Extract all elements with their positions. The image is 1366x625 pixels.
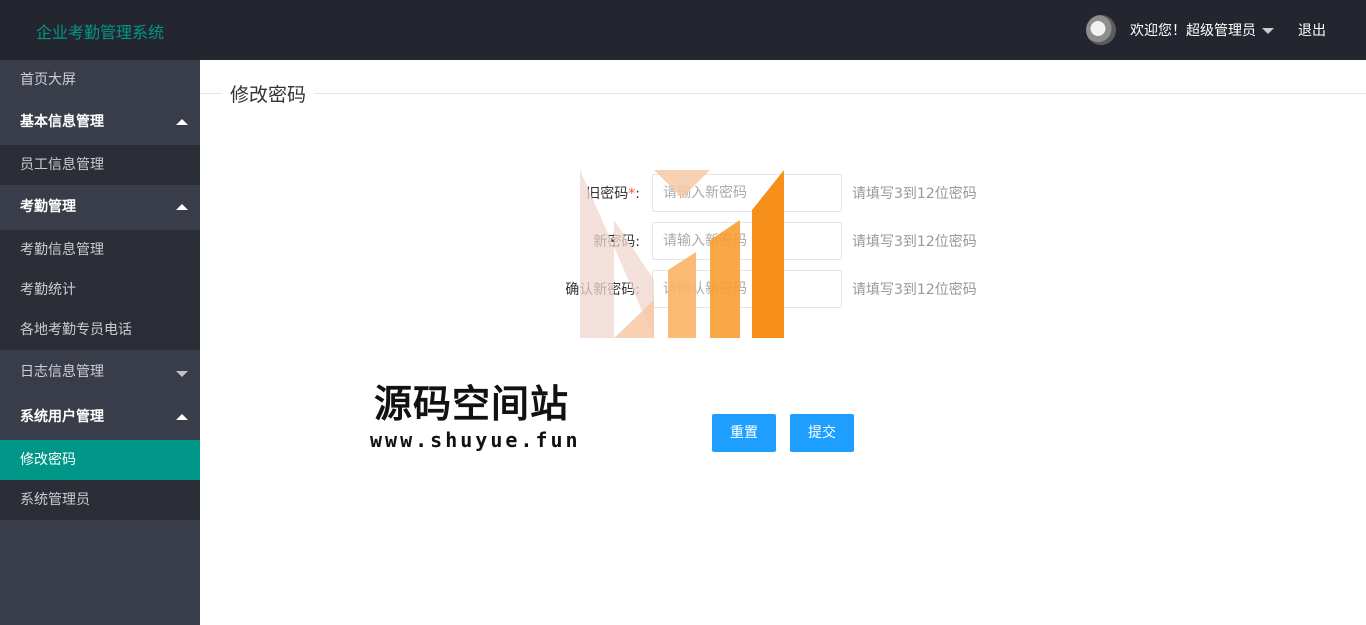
top-header: 企业考勤管理系统 欢迎您！超级管理员 退出 [0,0,1366,60]
page-title: 修改密码 [222,80,315,107]
sidebar-item-attendance-info[interactable]: 考勤信息管理 [0,230,200,270]
submit-button[interactable]: 提交 [790,414,854,452]
new-password-label: 新密码: [593,234,640,250]
sidebar-group-logs[interactable]: 日志信息管理 [0,350,200,395]
chevron-up-icon [176,203,188,210]
form-row-new-password: 新密码: 请填写3到12位密码 [560,222,1000,260]
user-menu[interactable]: 欢迎您！超级管理员 [1130,20,1274,40]
app-logo[interactable]: 企业考勤管理系统 [36,19,164,43]
avatar[interactable] [1086,15,1116,45]
sidebar-item-label: 日志信息管理 [20,364,104,380]
sidebar-group-basic-info[interactable]: 基本信息管理 [0,100,200,145]
main-content: 修改密码 旧密码*: 请填写3到12位密码 新密码: 请填写3到12位密码 确认… [200,60,1366,625]
chevron-down-icon [176,370,188,377]
sidebar-item-attendance-stats[interactable]: 考勤统计 [0,270,200,310]
chevron-up-icon [176,413,188,420]
logout-link[interactable]: 退出 [1298,20,1326,40]
sidebar-item-label: 系统用户管理 [20,409,104,425]
welcome-text: 欢迎您！超级管理员 [1130,23,1256,39]
watermark-url: www.shuyue.fun [370,428,581,452]
sidebar-group-attendance[interactable]: 考勤管理 [0,185,200,230]
sidebar: 首页大屏 基本信息管理 员工信息管理 考勤管理 考勤信息管理 考勤统计 各地考勤… [0,60,200,625]
title-divider [200,93,1366,94]
confirm-password-tip: 请填写3到12位密码 [852,282,977,298]
user-area: 欢迎您！超级管理员 退出 [1086,0,1366,60]
sidebar-item-label: 基本信息管理 [20,114,104,130]
new-password-tip: 请填写3到12位密码 [852,234,977,250]
sidebar-item-label: 考勤管理 [20,199,76,215]
chevron-up-icon [176,118,188,125]
watermark-title: 源码空间站 [374,382,570,426]
confirm-password-input[interactable] [652,270,842,308]
old-password-input[interactable] [652,174,842,212]
form-row-old-password: 旧密码*: 请填写3到12位密码 [560,174,1000,212]
sidebar-item-attendance-phones[interactable]: 各地考勤专员电话 [0,310,200,350]
sidebar-item-employees[interactable]: 员工信息管理 [0,145,200,185]
sidebar-item-system-admins[interactable]: 系统管理员 [0,480,200,520]
sidebar-group-system-users[interactable]: 系统用户管理 [0,395,200,440]
old-password-label: 旧密码*: [586,186,640,202]
new-password-input[interactable] [652,222,842,260]
reset-button[interactable]: 重置 [712,414,776,452]
sidebar-item-dashboard[interactable]: 首页大屏 [0,60,200,100]
form-row-confirm-password: 确认新密码: 请填写3到12位密码 [560,270,1000,308]
caret-down-icon [1262,27,1274,34]
sidebar-item-change-password[interactable]: 修改密码 [0,440,200,480]
old-password-tip: 请填写3到12位密码 [852,186,977,202]
confirm-password-label: 确认新密码: [565,282,640,298]
